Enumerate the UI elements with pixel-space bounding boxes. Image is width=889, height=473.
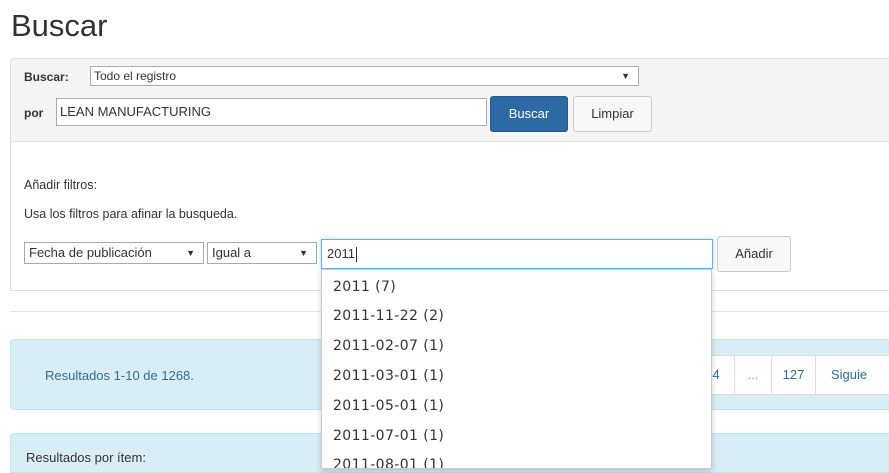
triangle-down-icon: ▼	[299, 248, 308, 258]
filters-heading: Añadir filtros:	[24, 178, 97, 192]
triangle-down-icon: ▼	[621, 71, 630, 81]
search-button[interactable]: Buscar	[490, 96, 568, 132]
scope-label: Buscar:	[24, 70, 69, 84]
scope-select-value: Todo el registro	[94, 69, 177, 83]
autocomplete-item[interactable]: 2011-03-01 (1)	[333, 368, 444, 384]
filter-operator-value: Igual a	[212, 245, 252, 260]
autocomplete-item[interactable]: 2011-11-22 (2)	[333, 308, 444, 324]
filter-field-select[interactable]: Fecha de publicación ▼	[24, 242, 204, 264]
clear-button[interactable]: Limpiar	[573, 96, 652, 132]
page-title: Buscar	[11, 8, 108, 43]
filter-operator-select[interactable]: Igual a ▼	[207, 242, 317, 264]
scope-select[interactable]: Todo el registro ▼	[90, 66, 639, 86]
filter-field-value: Fecha de publicación	[29, 245, 152, 260]
autocomplete-item[interactable]: 2011-05-01 (1)	[333, 398, 444, 414]
autocomplete-item[interactable]: 2011 (7)	[333, 279, 396, 295]
pager-next[interactable]: Siguie	[815, 355, 889, 395]
results-summary: Resultados 1-10 de 1268.	[45, 368, 194, 383]
autocomplete-item[interactable]: 2011-02-07 (1)	[333, 338, 444, 354]
autocomplete-item[interactable]: 2011-08-01 (1)	[333, 457, 444, 468]
filters-help: Usa los filtros para afinar la busqueda.	[24, 207, 238, 221]
autocomplete-item[interactable]: 2011-07-01 (1)	[333, 428, 444, 444]
search-input[interactable]: LEAN MANUFACTURING	[56, 98, 487, 126]
filter-value-input[interactable]: 2011	[321, 239, 713, 269]
query-label: por	[24, 106, 44, 120]
pager-page-127[interactable]: 127	[771, 355, 816, 395]
add-filter-button[interactable]: Añadir	[717, 236, 791, 272]
pager-ellipsis: ...	[734, 355, 772, 395]
autocomplete-list: 2011 (7) 2011-11-22 (2) 2011-02-07 (1) 2…	[321, 269, 712, 469]
text-caret	[355, 247, 357, 263]
filter-value-text: 2011	[327, 246, 355, 261]
triangle-down-icon: ▼	[186, 248, 195, 258]
